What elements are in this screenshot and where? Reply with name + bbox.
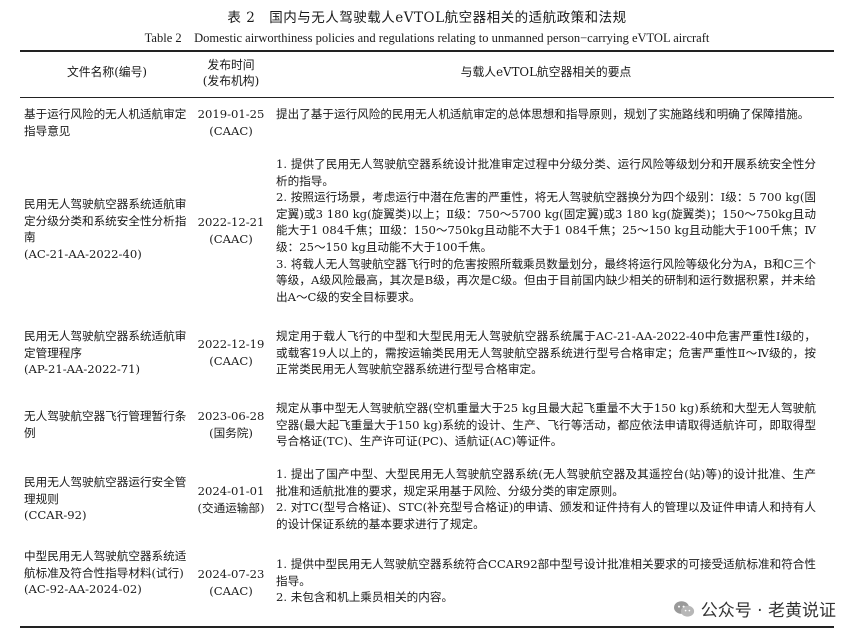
table-row-6-name: 中型民用无人驾驶航空器系统适航标准及符合性指导材料(试行) (AC-92-AA-… [24,549,187,597]
table-row-2-point: 3. 将载人无人驾驶航空器飞行时的危害按照所载乘员数量划分，最终将运行风险等级化… [276,256,816,304]
table-row-2-point: 2. 按照运行场景，考虑运行中潜在危害的严重性，将无人驾驶航空器换分为四个级别：… [276,190,816,254]
table-row-1-date: 2019-01-25 (CAAC) [197,107,265,138]
wechat-icon [673,600,694,617]
table-row-4-point: 规定从事中型无人驾驶航空器(空机重量大于25 kg且最大起飞重量不大于150 k… [276,401,816,449]
table-row-2-date: 2022-12-21 (CAAC) [197,215,265,246]
table-row-6-point: 1. 提供中型民用无人驾驶航空器系统符合CCAR92部中型号设计批准相关要求的可… [276,557,816,588]
table-bottom-rule [20,626,834,628]
table-row-1-points: 提出了基于运行风险的民用无人机适航审定的总体思想和指导原则，规划了实施路线和明确… [276,106,816,123]
wechat-account-brand: 公众号 · 老黄说证 [673,596,836,621]
table-row-3-points: 规定用于载人飞行的中型和大型民用无人驾驶航空器系统属于AC-21-AA-2022… [276,328,816,378]
header-document-name: 文件名称(编号) [67,65,147,79]
table-row-2-point: 1. 提供了民用无人驾驶航空器系统设计批准审定过程中分级分类、运行风险等级划分和… [276,157,816,188]
header-key-points: 与载人eVTOL航空器相关的要点 [460,65,632,79]
table-row-1-point: 提出了基于运行风险的民用无人机适航审定的总体思想和指导原则，规划了实施路线和明确… [276,107,810,121]
table-row-4-name: 无人驾驶航空器飞行管理暂行条例 [24,409,187,440]
table-row-4-date: 2023-06-28 (国务院) [197,409,265,440]
table-row-5-date: 2024-01-01 (交通运输部) [197,484,265,515]
table-row-5-point: 2. 对TC(型号合格证)、STC(补充型号合格证)的申请、颁发和证件持有人的管… [276,500,816,531]
header-release-date: 发布时间 (发布机构) [202,58,260,88]
table-top-rule [20,50,834,52]
brand-text: 公众号 · 老黄说证 [700,601,836,621]
table-header-rule [20,97,834,98]
table-row-5-point: 1. 提出了国产中型、大型民用无人驾驶航空器系统(无人驾驶航空器及其遥控台(站)… [276,467,816,498]
table-row-3-date: 2022-12-19 (CAAC) [197,337,265,368]
table-row-3-point: 规定用于载人飞行的中型和大型民用无人驾驶航空器系统属于AC-21-AA-2022… [276,329,816,377]
table-row-2-name: 民用无人驾驶航空器系统适航审定分级分类和系统安全性分析指南 (AC-21-AA-… [24,197,187,261]
table-caption-en: Table 2 Domestic airworthiness policies … [144,31,710,45]
table-row-3-name: 民用无人驾驶航空器系统适航审定管理程序 (AP-21-AA-2022-71) [24,329,187,377]
table-caption-cn: 表 2 国内与无人驾驶载人eVTOL航空器相关的适航政策和法规 [227,10,627,26]
table-row-5-points: 1. 提出了国产中型、大型民用无人驾驶航空器系统(无人驾驶航空器及其遥控台(站)… [276,466,816,532]
table-row-2-points: 1. 提供了民用无人驾驶航空器系统设计批准审定过程中分级分类、运行风险等级划分和… [276,156,816,305]
table-row-4-points: 规定从事中型无人驾驶航空器(空机重量大于25 kg且最大起飞重量不大于150 k… [276,400,816,450]
table-row-5-name: 民用无人驾驶航空器运行安全管理规则 (CCAR-92) [24,475,187,523]
table-row-1-name: 基于运行风险的无人机适航审定指导意见 [24,107,187,138]
table-row-6-date: 2024-07-23 (CAAC) [197,567,265,598]
